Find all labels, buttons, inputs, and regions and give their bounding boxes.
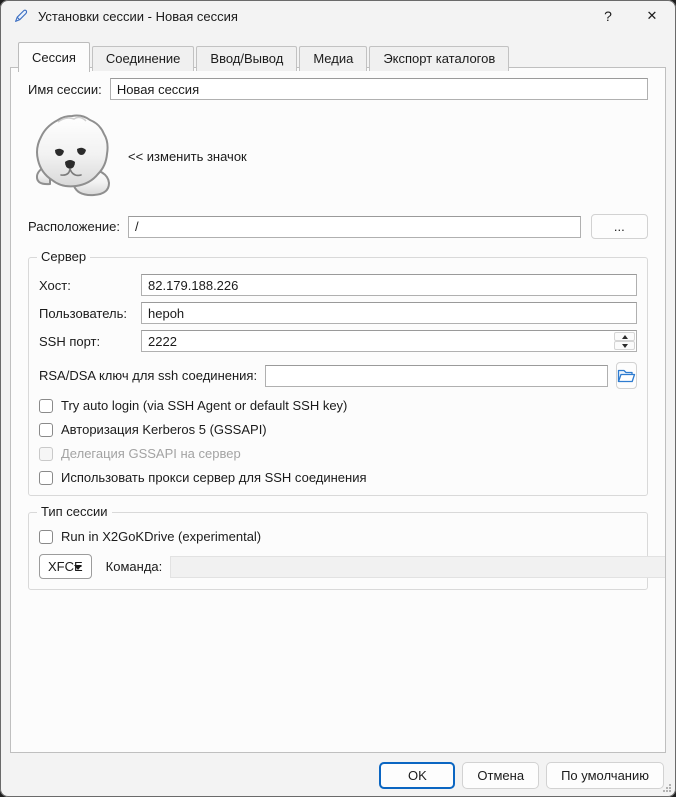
ok-button[interactable]: OK: [379, 762, 455, 789]
ssh-port-label: SSH порт:: [39, 334, 141, 349]
kerberos-checkbox[interactable]: [39, 423, 53, 437]
tab-shared-folders[interactable]: Экспорт каталогов: [369, 46, 509, 71]
command-label: Команда:: [106, 559, 163, 574]
gssapi-delegation-checkbox: [39, 447, 53, 461]
tab-media[interactable]: Медиа: [299, 46, 367, 71]
location-row: Расположение: ...: [28, 214, 648, 239]
kdrive-label: Run in X2GoKDrive (experimental): [61, 529, 261, 544]
ssh-key-label: RSA/DSA ключ для ssh соединения:: [39, 368, 257, 383]
session-name-label: Имя сессии:: [28, 82, 102, 97]
server-group-title: Сервер: [37, 249, 90, 264]
arrow-up-icon: [622, 335, 628, 339]
ssh-key-input[interactable]: [265, 365, 608, 387]
gssapi-delegation-label: Делегация GSSAPI на сервер: [61, 446, 241, 461]
window-title: Установки сессии - Новая сессия: [38, 9, 586, 24]
session-icon-button[interactable]: [28, 112, 118, 200]
spin-buttons: [614, 332, 635, 350]
ssh-port-row: SSH порт:: [39, 330, 637, 352]
seal-icon: [28, 112, 118, 200]
spin-up-button[interactable]: [614, 332, 635, 341]
browse-key-button[interactable]: [616, 362, 637, 389]
tab-session[interactable]: Сессия: [18, 42, 90, 72]
session-type-group-title: Тип сессии: [37, 504, 112, 519]
host-input[interactable]: [141, 274, 637, 296]
location-label: Расположение:: [28, 219, 120, 234]
change-icon-label: << изменить значок: [128, 149, 247, 164]
host-row: Хост:: [39, 274, 637, 296]
kerberos-label: Авторизация Kerberos 5 (GSSAPI): [61, 422, 267, 437]
session-name-row: Имя сессии:: [28, 78, 648, 100]
host-label: Хост:: [39, 278, 141, 293]
cancel-button[interactable]: Отмена: [462, 762, 539, 789]
session-type-row: XFCE Команда:: [39, 554, 637, 579]
user-input[interactable]: [141, 302, 637, 324]
ssh-port-input[interactable]: [141, 330, 637, 352]
defaults-button[interactable]: По умолчанию: [546, 762, 664, 789]
session-preferences-dialog: Установки сессии - Новая сессия ? ✕ Сесс…: [0, 0, 676, 797]
ssh-proxy-label: Использовать прокси сервер для SSH соеди…: [61, 470, 367, 485]
arrow-down-icon: [622, 344, 628, 348]
ssh-proxy-checkbox[interactable]: [39, 471, 53, 485]
chevron-down-icon: [74, 565, 82, 570]
kdrive-checkbox[interactable]: [39, 530, 53, 544]
session-icon-row: << изменить значок: [28, 112, 648, 200]
tab-connection[interactable]: Соединение: [92, 46, 195, 71]
session-name-input[interactable]: [110, 78, 648, 100]
user-row: Пользователь:: [39, 302, 637, 324]
session-type-dropdown[interactable]: XFCE: [39, 554, 92, 579]
location-input[interactable]: [128, 216, 581, 238]
tab-bar: Сессия Соединение Ввод/Вывод Медиа Экспо…: [18, 42, 511, 71]
server-groupbox: Сервер Хост: Пользователь: SSH порт:: [28, 257, 648, 496]
session-tab-panel: Имя сессии:: [10, 67, 666, 753]
session-type-groupbox: Тип сессии Run in X2GoKDrive (experiment…: [28, 512, 648, 590]
close-icon[interactable]: ✕: [630, 1, 674, 32]
tab-input-output[interactable]: Ввод/Вывод: [196, 46, 297, 71]
pen-icon: [13, 8, 29, 24]
folder-open-icon: [617, 368, 636, 384]
browse-location-button[interactable]: ...: [591, 214, 648, 239]
kerberos-checkbox-row[interactable]: Авторизация Kerberos 5 (GSSAPI): [39, 422, 637, 437]
spin-down-button[interactable]: [614, 341, 635, 350]
auto-login-checkbox-row[interactable]: Try auto login (via SSH Agent or default…: [39, 398, 637, 413]
user-label: Пользователь:: [39, 306, 141, 321]
auto-login-label: Try auto login (via SSH Agent or default…: [61, 398, 347, 413]
ssh-port-spinbox: [141, 330, 637, 352]
gssapi-delegation-checkbox-row: Делегация GSSAPI на сервер: [39, 446, 637, 461]
command-input: [170, 556, 666, 578]
resize-grip[interactable]: [663, 784, 672, 793]
titlebar: Установки сессии - Новая сессия ? ✕: [0, 0, 676, 32]
dialog-footer: OK Отмена По умолчанию: [0, 753, 676, 797]
ssh-proxy-checkbox-row[interactable]: Использовать прокси сервер для SSH соеди…: [39, 470, 637, 485]
kdrive-checkbox-row[interactable]: Run in X2GoKDrive (experimental): [39, 529, 637, 544]
help-button[interactable]: ?: [586, 1, 630, 32]
ssh-key-row: RSA/DSA ключ для ssh соединения:: [39, 362, 637, 389]
auto-login-checkbox[interactable]: [39, 399, 53, 413]
